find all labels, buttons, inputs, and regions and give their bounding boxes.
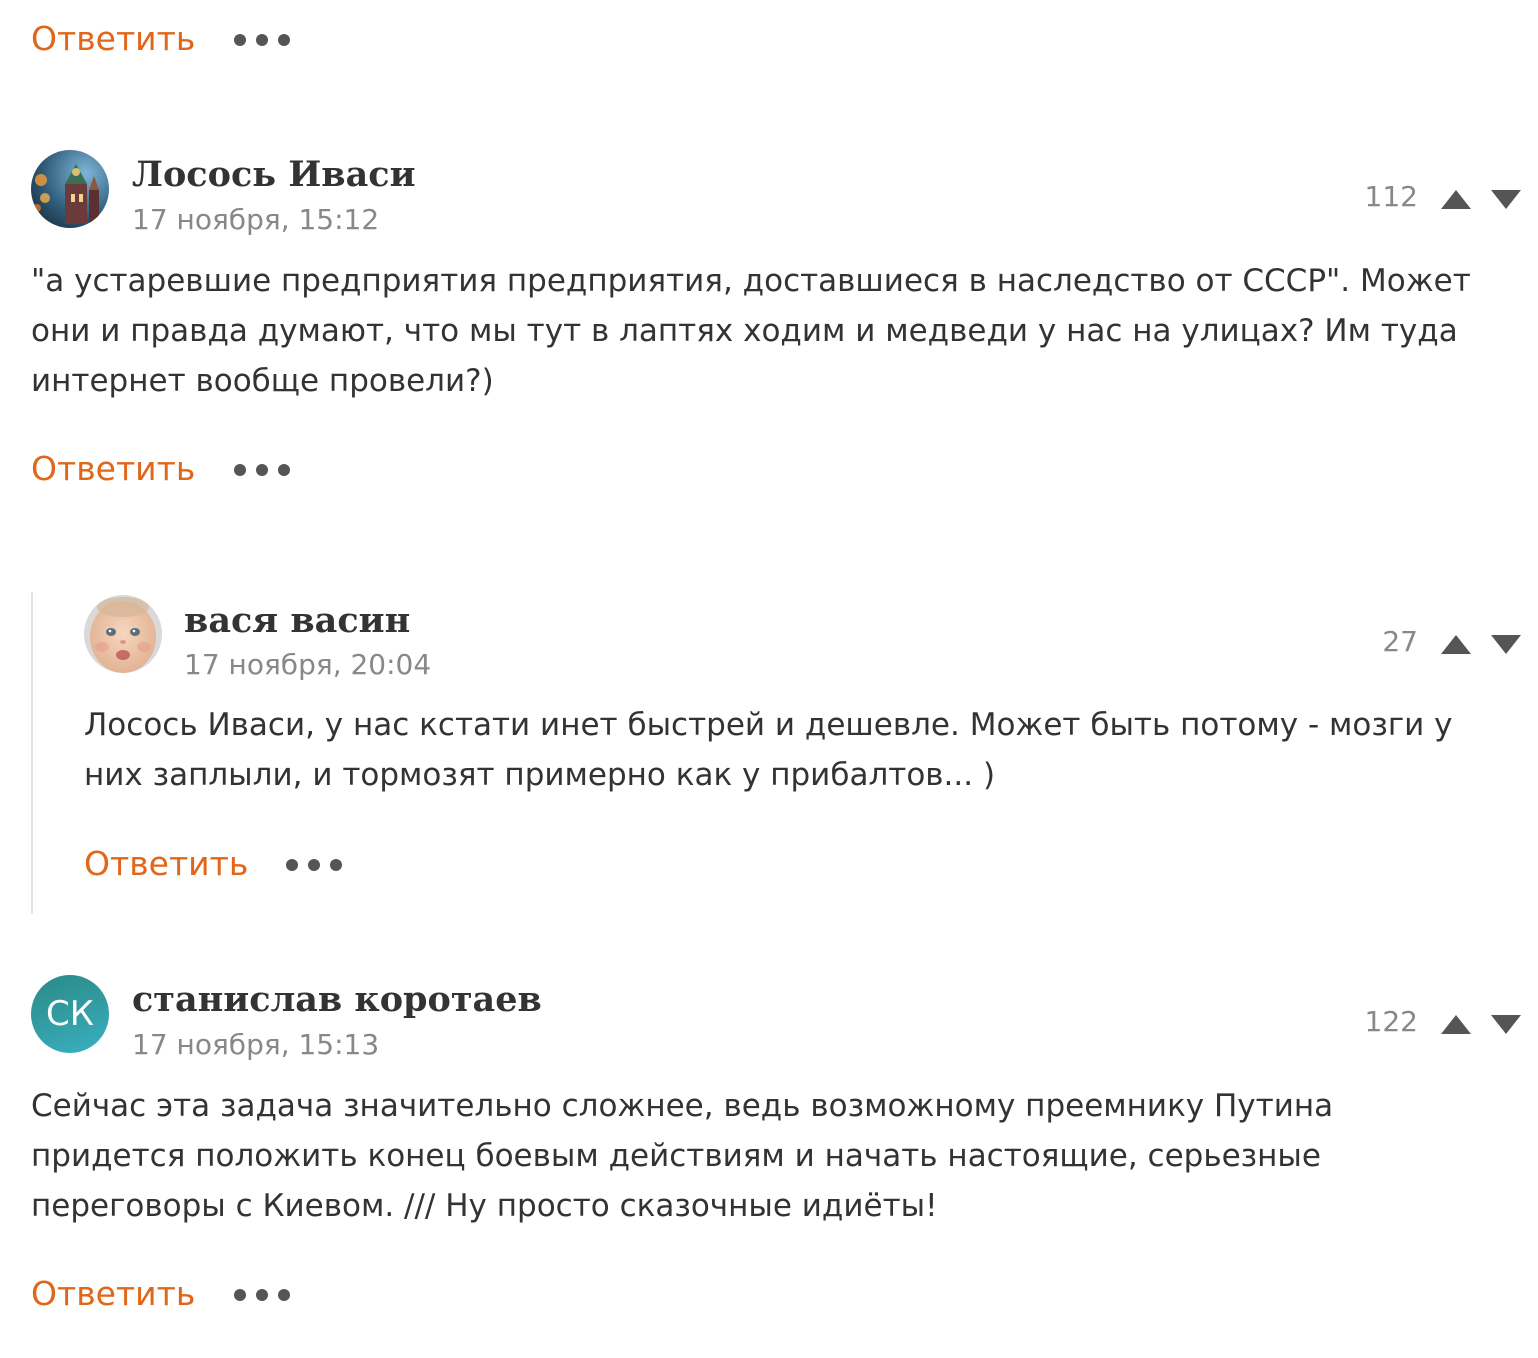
comment-text: Сейчас эта задача значительно сложнее, в… — [31, 1088, 1334, 1224]
more-icon[interactable] — [234, 1289, 294, 1301]
avatar[interactable] — [84, 595, 162, 673]
dot — [256, 34, 268, 46]
comment-text: "а устаревшие предприятия предприятия, д… — [31, 263, 1471, 399]
dot — [286, 859, 298, 871]
vote-down-icon[interactable] — [1491, 190, 1521, 209]
vote-down-icon[interactable] — [1491, 635, 1521, 654]
reply-link[interactable]: Ответить — [31, 452, 195, 485]
vote-up-icon[interactable] — [1441, 1015, 1471, 1034]
dot — [308, 859, 320, 871]
vote-down-icon[interactable] — [1491, 1015, 1521, 1034]
author-name[interactable]: Лосось Иваси — [132, 157, 416, 192]
dot — [256, 1289, 268, 1301]
dot — [278, 464, 290, 476]
dot — [278, 1289, 290, 1301]
dot — [234, 34, 246, 46]
author-name[interactable]: станислав коротаев — [132, 982, 542, 1017]
dot — [234, 464, 246, 476]
vote-up-icon[interactable] — [1441, 190, 1471, 209]
author-name[interactable]: вася васин — [184, 603, 410, 638]
dot — [256, 464, 268, 476]
reply-link[interactable]: Ответить — [84, 847, 248, 880]
more-icon[interactable] — [234, 464, 294, 476]
thread-line — [31, 592, 33, 914]
dot — [234, 1289, 246, 1301]
comment-date: 17 ноября, 15:12 — [132, 203, 380, 236]
avatar[interactable]: СК — [31, 975, 109, 1053]
avatar-image — [84, 595, 162, 673]
more-icon[interactable] — [234, 34, 294, 46]
more-icon[interactable] — [286, 859, 346, 871]
dot — [278, 34, 290, 46]
rating-count: 112 — [1364, 180, 1418, 213]
dot — [330, 859, 342, 871]
comment-text: Лосось Иваси, у нас кстати инет быстрей … — [84, 707, 1453, 793]
reply-link[interactable]: Ответить — [31, 22, 195, 55]
avatar[interactable] — [31, 150, 109, 228]
rating-count: 27 — [1382, 625, 1418, 658]
avatar-image — [31, 150, 109, 228]
rating-count: 122 — [1364, 1005, 1418, 1038]
vote-up-icon[interactable] — [1441, 635, 1471, 654]
comment-date: 17 ноября, 15:13 — [132, 1028, 380, 1061]
comment-date: 17 ноября, 20:04 — [184, 648, 432, 681]
reply-link[interactable]: Ответить — [31, 1277, 195, 1310]
